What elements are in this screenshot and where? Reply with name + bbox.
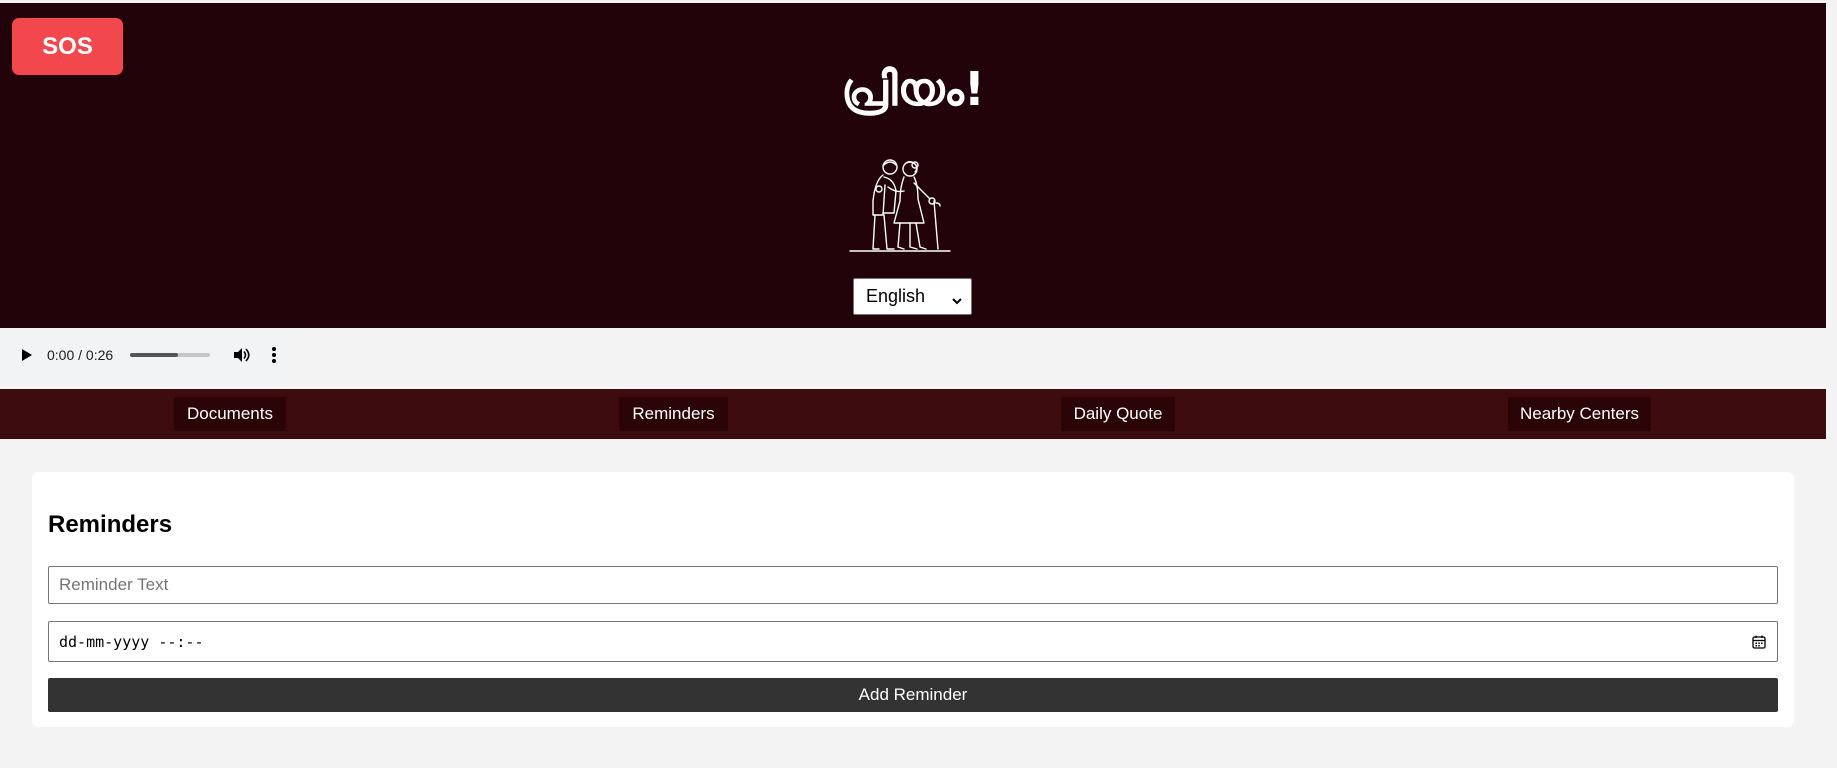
nav-bar: Documents Reminders Daily Quote Nearby C… [0, 389, 1826, 439]
reminder-datetime-input[interactable]: dd-mm-yyyy --:-- [48, 621, 1778, 662]
nav-reminders-button[interactable]: Reminders [619, 397, 728, 431]
calendar-icon[interactable] [1751, 634, 1767, 650]
add-reminder-button[interactable]: Add Reminder [48, 678, 1778, 712]
volume-icon[interactable] [232, 346, 250, 364]
more-options-icon[interactable] [268, 346, 280, 364]
nav-documents-button[interactable]: Documents [174, 397, 286, 431]
volume-slider-fill [130, 353, 178, 357]
time-display: 0:00 / 0:26 [47, 347, 114, 363]
nav-nearby-centers-button[interactable]: Nearby Centers [1508, 397, 1651, 431]
audio-player: 0:00 / 0:26 [0, 330, 290, 379]
language-select[interactable]: English [853, 278, 972, 315]
play-icon[interactable] [20, 347, 34, 363]
app-frame: SOS പ്രിയം! English 0:00 / 0:26 Document… [0, 0, 1837, 768]
language-select-value: English [866, 286, 926, 306]
volume-slider[interactable] [130, 353, 210, 357]
nav-daily-quote-button[interactable]: Daily Quote [1061, 397, 1175, 431]
reminder-text-input[interactable] [48, 566, 1778, 604]
page-title: പ്രിയം! [841, 62, 985, 116]
datetime-placeholder: dd-mm-yyyy --:-- [59, 632, 204, 651]
chevron-down-icon [951, 291, 963, 304]
elderly-couple-icon [848, 153, 952, 253]
reminders-card: Reminders dd-mm-yyyy --:-- Add Reminder [32, 472, 1794, 727]
reminders-heading: Reminders [48, 511, 173, 538]
header: SOS പ്രിയം! English [0, 3, 1826, 328]
